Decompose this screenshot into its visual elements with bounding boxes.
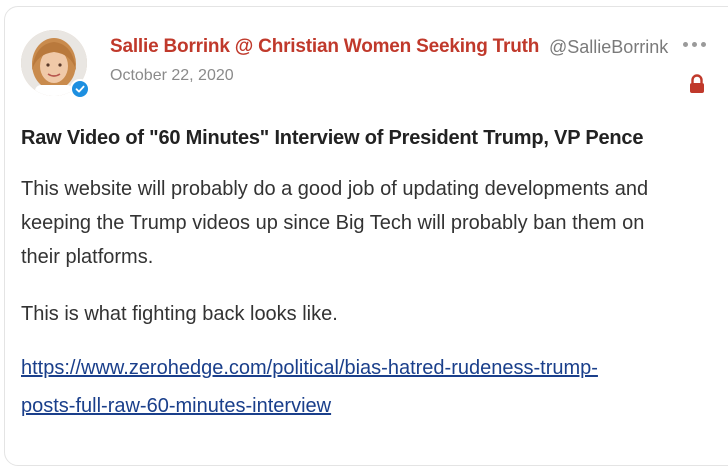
author-handle[interactable]: @SallieBorrink (549, 37, 668, 58)
post-paragraph-1: This website will probably do a good job… (21, 172, 711, 274)
author-name[interactable]: Sallie Borrink @ Christian Women Seeking… (110, 36, 539, 58)
more-options-icon[interactable] (683, 39, 709, 49)
paragraph-line: This website will probably do a good job… (21, 178, 649, 200)
more-dot (683, 41, 688, 47)
link-line[interactable]: https://www.zerohedge.com/political/bias… (21, 349, 711, 387)
more-dot (692, 41, 697, 47)
paragraph-line: their platforms. (21, 246, 154, 268)
lock-icon (688, 74, 706, 94)
link-line[interactable]: posts-full-raw-60-minutes-interview (21, 387, 711, 425)
post-date[interactable]: October 22, 2020 (110, 67, 234, 85)
post-paragraph-2: This is what fighting back looks like. (21, 303, 338, 325)
post-title: Raw Video of "60 Minutes" Interview of P… (21, 127, 644, 149)
more-dot (701, 41, 706, 47)
paragraph-line: keeping the Trump videos up since Big Te… (21, 212, 645, 234)
verified-check-icon (70, 79, 90, 99)
post-link[interactable]: https://www.zerohedge.com/political/bias… (21, 349, 711, 425)
